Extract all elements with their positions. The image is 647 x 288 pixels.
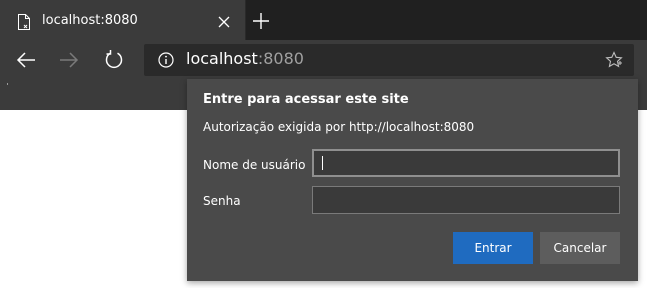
document-icon — [17, 14, 31, 30]
browser-titlebar: localhost:8080 — [0, 0, 647, 40]
browser-toolbar: localhost:8080 — [0, 40, 647, 80]
text-caret — [322, 156, 323, 170]
close-icon[interactable] — [217, 14, 231, 28]
plus-icon[interactable] — [252, 12, 270, 30]
username-label: Nome de usuário — [203, 158, 306, 172]
url-host: localhost — [186, 49, 258, 68]
address-bar[interactable]: localhost:8080 — [144, 44, 634, 76]
password-label: Senha — [203, 194, 241, 208]
username-field[interactable] — [312, 149, 620, 177]
refresh-icon[interactable] — [103, 49, 125, 71]
submit-button[interactable]: Entrar — [453, 232, 533, 264]
url-port: :8080 — [257, 49, 304, 68]
arrow-right-icon[interactable] — [58, 49, 80, 71]
divider — [7, 83, 8, 85]
tab-title: localhost:8080 — [42, 13, 138, 28]
browser-tab[interactable]: localhost:8080 — [0, 0, 246, 40]
cancel-button[interactable]: Cancelar — [540, 232, 620, 264]
info-icon[interactable] — [158, 52, 174, 68]
auth-dialog: Entre para acessar este site Autorização… — [187, 79, 638, 281]
password-field[interactable] — [312, 186, 620, 214]
dialog-description: Autorização exigida por http://localhost… — [203, 120, 475, 134]
star-icon[interactable] — [605, 51, 623, 69]
address-url: localhost:8080 — [186, 49, 304, 68]
dialog-title: Entre para acessar este site — [203, 92, 409, 107]
arrow-left-icon[interactable] — [15, 49, 37, 71]
